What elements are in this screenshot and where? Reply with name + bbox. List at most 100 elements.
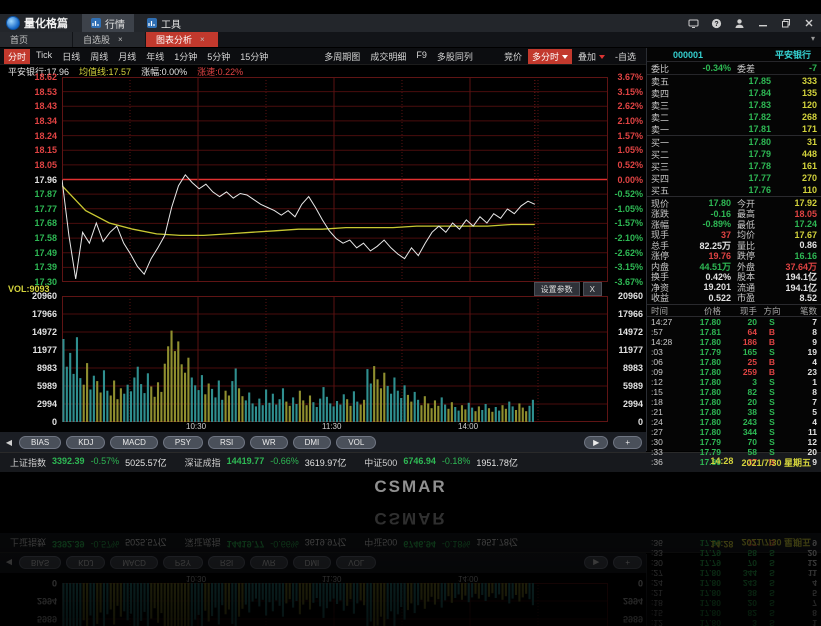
trade-cell: 17.81 (681, 327, 721, 337)
bid-row[interactable]: 买五17.76110 (647, 184, 821, 196)
trade-col-header: 价格 (681, 305, 721, 317)
menu-item-label: 工具 (161, 16, 181, 31)
trade-cell: :21 (651, 407, 681, 417)
weibi-row: 委比 -0.34% 委差 -7 (647, 62, 821, 75)
tab-图表分析[interactable]: 图表分析× (146, 32, 218, 47)
indicator-settings-button[interactable]: 设置参数 (534, 282, 580, 296)
price-axis-labels: 18.6218.5318.4318.3418.2418.1518.0517.96… (0, 77, 62, 282)
toolbar-button-多股同列[interactable]: 多股同列 (433, 49, 477, 64)
period-button-5分钟[interactable]: 5分钟 (203, 49, 234, 64)
price-tick-label: 18.24 (34, 131, 57, 141)
index-中证500: 中证5006746.94-0.18%1951.78亿 (364, 456, 518, 469)
indicator-pill-DMI[interactable]: DMI (293, 436, 332, 449)
trade-row: :2117.8038S5 (651, 407, 817, 417)
bid-row[interactable]: 买三17.78161 (647, 160, 821, 172)
chart-area: 分时Tick日线周线月线年线1分钟5分钟15分钟 多周期图成交明细F9多股同列 … (0, 48, 646, 452)
user-icon[interactable] (733, 17, 746, 30)
period-button-月线[interactable]: 月线 (114, 49, 140, 64)
trade-cell: 344 (721, 427, 757, 437)
restore-button[interactable] (779, 17, 792, 30)
monitor-icon[interactable] (687, 17, 700, 30)
close-pane-button[interactable]: X (583, 282, 602, 296)
pct-tick-label: 2.62% (617, 101, 643, 111)
period-button-日线[interactable]: 日线 (58, 49, 84, 64)
ask-row[interactable]: 卖四17.84135 (647, 87, 821, 99)
bid-price: 17.76 (675, 185, 771, 195)
pct-tick-label: 0.52% (617, 160, 643, 170)
period-button-1分钟[interactable]: 1分钟 (170, 49, 201, 64)
trade-cell: 3 (721, 377, 757, 387)
tab-close-icon[interactable]: × (200, 35, 205, 44)
period-button-分时[interactable]: 分时 (4, 49, 30, 64)
bid-row[interactable]: 买二17.79448 (647, 148, 821, 160)
tab-首页[interactable]: 首页 (0, 32, 72, 47)
trade-row: :0617.8025B4 (651, 357, 817, 367)
trade-cell: 19 (787, 347, 817, 357)
toolbar-button-竞价[interactable]: 竞价 (500, 49, 526, 64)
intraday-price-chart[interactable] (62, 77, 608, 282)
indicator-pill-PSY[interactable]: PSY (163, 436, 203, 449)
trade-cell: 17.79 (681, 437, 721, 447)
stat-value: 17.80 (677, 198, 737, 208)
indicator-pill-WR[interactable]: WR (250, 436, 287, 449)
bid-row[interactable]: 买四17.77270 (647, 172, 821, 184)
tab-自选股[interactable]: 自选股× (73, 32, 145, 47)
index-change-pct: -0.18% (442, 456, 471, 469)
trade-cell: 7 (787, 317, 817, 327)
tab-close-icon[interactable]: × (118, 35, 123, 44)
tab-overflow-chevron-icon[interactable]: ▾ (811, 34, 815, 43)
scroll-right-icon[interactable]: ▶ (584, 436, 608, 449)
indicator-pill-RSI[interactable]: RSI (208, 436, 245, 449)
trade-cell: 9 (787, 337, 817, 347)
volume-tick-label: 20960 (32, 291, 57, 301)
pct-tick-label: 1.05% (617, 145, 643, 155)
indicator-pill-BIAS[interactable]: BIAS (19, 436, 61, 449)
add-indicator-button[interactable]: + (613, 436, 642, 449)
pct-tick-label: -1.57% (614, 218, 643, 228)
stat-value: 17.24 (763, 219, 817, 229)
menu-item-1[interactable]: 行情 (82, 14, 134, 32)
help-icon[interactable]: ? (710, 17, 723, 30)
trade-row: :1517.8082S8 (651, 387, 817, 397)
index-change-pct: -0.57% (91, 456, 120, 469)
trade-cell: 11 (787, 427, 817, 437)
trade-row: :0917.80259B23 (651, 367, 817, 377)
price-tick-label: 18.15 (34, 145, 57, 155)
period-button-Tick[interactable]: Tick (32, 49, 56, 64)
avg-line-label: 均值线:17.57 (79, 65, 131, 78)
indicator-pill-VOL[interactable]: VOL (336, 436, 376, 449)
indicator-pill-KDJ[interactable]: KDJ (66, 436, 105, 449)
ask-row[interactable]: 卖五17.85333 (647, 75, 821, 87)
toolbar-button-叠加[interactable]: 叠加 (574, 49, 609, 64)
tab-bar: 首页自选股×图表分析× ▾ (0, 32, 821, 48)
price-tick-label: 18.34 (34, 116, 57, 126)
period-button-15分钟[interactable]: 15分钟 (236, 49, 272, 64)
trade-cell: 23 (787, 367, 817, 377)
toolbar-button-成交明细[interactable]: 成交明细 (366, 49, 410, 64)
trade-cell: S (757, 417, 787, 427)
period-button-周线[interactable]: 周线 (86, 49, 112, 64)
trade-cell: 243 (721, 417, 757, 427)
volume-chart[interactable] (62, 296, 608, 422)
stat-value: 17.92 (763, 198, 817, 208)
volume-axis-labels-right: 209601796614972119778983598929940 (608, 296, 646, 422)
minimize-button[interactable] (756, 17, 769, 30)
bid-volume: 270 (771, 173, 817, 183)
menu-item-2[interactable]: 工具 (138, 14, 190, 32)
scroll-left-icon[interactable]: ◀ (4, 438, 14, 447)
weibi-value: -0.34% (669, 63, 737, 73)
toolbar-button-F9[interactable]: F9 (412, 49, 431, 64)
bid-price: 17.78 (675, 161, 771, 171)
volume-tick-label: 2994 (37, 399, 57, 409)
ask-row[interactable]: 卖一17.81171 (647, 123, 821, 135)
toolbar-button--自选[interactable]: -自选 (611, 49, 640, 64)
ask-row[interactable]: 卖二17.82268 (647, 111, 821, 123)
ask-row[interactable]: 卖三17.83120 (647, 99, 821, 111)
trade-cell: :30 (651, 437, 681, 447)
toolbar-button-多分时[interactable]: 多分时 (528, 49, 572, 64)
close-button[interactable] (802, 17, 815, 30)
period-button-年线[interactable]: 年线 (142, 49, 168, 64)
indicator-pill-MACD[interactable]: MACD (110, 436, 158, 449)
bid-row[interactable]: 买一17.8031 (647, 136, 821, 148)
toolbar-button-多周期图[interactable]: 多周期图 (320, 49, 364, 64)
